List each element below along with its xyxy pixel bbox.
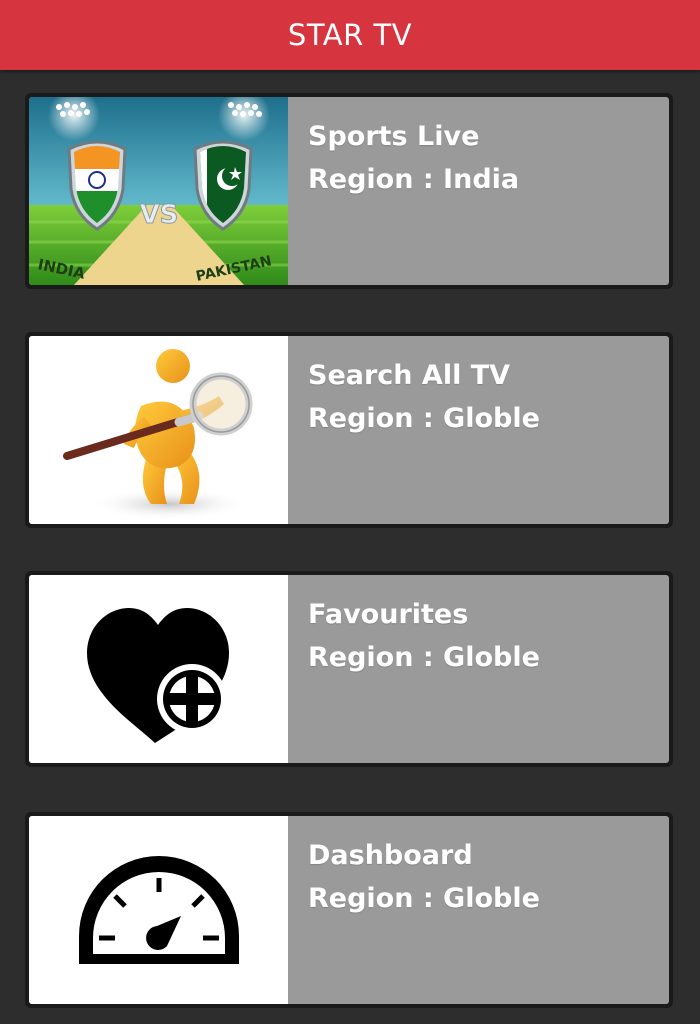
menu-card-text: Sports Live Region : India: [288, 97, 669, 285]
menu-item-region: Region : Globle: [308, 403, 540, 434]
app-title: STAR TV: [287, 18, 413, 52]
menu-item-title: Search All TV: [308, 360, 511, 391]
menu-card-favourites[interactable]: Favourites Region : Globle: [25, 571, 673, 767]
menu-item-title: Favourites: [308, 599, 469, 630]
app-bar: STAR TV: [0, 0, 700, 70]
menu-card-text: Dashboard Region : Globle: [288, 816, 669, 1004]
menu-card-sports-live[interactable]: VS INDIA PAKISTAN Sports Live Region : I…: [25, 93, 673, 289]
menu-card-text: Favourites Region : Globle: [288, 575, 669, 763]
menu-item-title: Dashboard: [308, 840, 473, 871]
menu-item-region: Region : India: [308, 164, 520, 195]
menu-card-search-all-tv[interactable]: Search All TV Region : Globle: [25, 332, 673, 528]
menu-card-dashboard[interactable]: Dashboard Region : Globle: [25, 812, 673, 1008]
menu-card-text: Search All TV Region : Globle: [288, 336, 669, 524]
heart-plus-icon: [29, 575, 288, 763]
versus-label: VS: [140, 200, 179, 230]
menu-item-region: Region : Globle: [308, 642, 540, 673]
menu-item-region: Region : Globle: [308, 883, 540, 914]
india-vs-pakistan-cricket-image: VS INDIA PAKISTAN: [29, 97, 288, 285]
speedometer-icon: [29, 816, 288, 1004]
menu-item-title: Sports Live: [308, 121, 480, 152]
magnifying-glass-person-icon: [29, 336, 288, 524]
